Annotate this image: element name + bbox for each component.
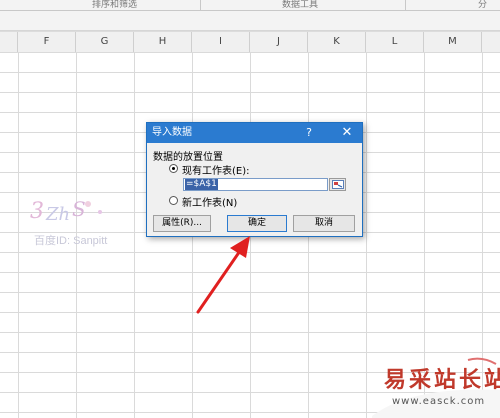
placement-section-label: 数据的放置位置 (153, 152, 223, 163)
site-logo: 易采站长站 www.easck.com (372, 356, 500, 418)
column-header-m[interactable]: M (424, 32, 482, 52)
column-header-row: F G H I J K L M (0, 31, 500, 53)
column-header-j[interactable]: J (250, 32, 308, 52)
new-sheet-label[interactable]: 新工作表(N) (182, 194, 237, 209)
watermark-text: 百度ID: Sanpitt (34, 235, 108, 247)
column-header-partial[interactable] (482, 32, 500, 52)
range-reference-value: =$A$1 (185, 179, 218, 190)
column-header-partial[interactable] (0, 32, 18, 52)
close-button[interactable]: ✕ (335, 123, 359, 143)
column-header-i[interactable]: I (192, 32, 250, 52)
dialog-title: 导入数据 (152, 127, 192, 138)
column-header-f[interactable]: F (18, 32, 76, 52)
red-arrow-annotation (196, 236, 250, 314)
ribbon-separator (200, 0, 201, 10)
site-logo-url: www.easck.com (392, 396, 486, 407)
svg-text:S: S (72, 197, 86, 221)
column-header-g[interactable]: G (76, 32, 134, 52)
ribbon-separator (405, 0, 406, 10)
column-header-l[interactable]: L (366, 32, 424, 52)
range-selector-button[interactable] (329, 178, 346, 191)
watermark-logo: 3 Zh S (28, 190, 118, 230)
ribbon-group-partial[interactable]: 分 (478, 0, 487, 10)
cancel-button[interactable]: 取消 (293, 215, 355, 232)
help-button[interactable]: ? (301, 123, 317, 143)
range-picker-icon (332, 180, 344, 189)
new-sheet-radio[interactable] (169, 196, 178, 205)
svg-text:Zh: Zh (45, 204, 70, 225)
properties-button[interactable]: 属性(R)... (153, 215, 211, 232)
ribbon-divider (0, 10, 500, 11)
import-data-dialog: 导入数据 ? ✕ 数据的放置位置 现有工作表(E): =$A$1 新工作表(N)… (146, 122, 363, 237)
svg-text:3: 3 (30, 199, 44, 224)
column-header-k[interactable]: K (308, 32, 366, 52)
ribbon-group-sort-filter[interactable]: 排序和筛选 (92, 0, 137, 10)
dialog-title-bar[interactable]: 导入数据 ? ✕ (147, 123, 362, 143)
site-logo-name: 易采站长站 (384, 367, 500, 393)
ok-button[interactable]: 确定 (227, 215, 287, 232)
range-reference-input[interactable]: =$A$1 (183, 178, 328, 191)
existing-sheet-label[interactable]: 现有工作表(E): (182, 162, 250, 177)
existing-sheet-radio[interactable] (169, 164, 178, 173)
column-header-h[interactable]: H (134, 32, 192, 52)
ribbon-group-data-tools[interactable]: 数据工具 (282, 0, 318, 10)
ribbon: 排序和筛选 数据工具 分 (0, 0, 500, 31)
